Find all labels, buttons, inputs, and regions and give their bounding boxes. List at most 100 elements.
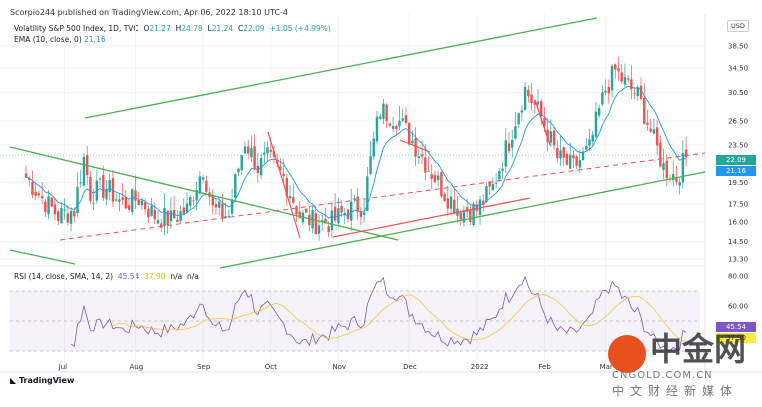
chart-root: Scorpio244 published on TradingView.com,… <box>0 0 762 407</box>
candle-body <box>198 176 202 194</box>
candle-body <box>169 210 173 222</box>
candle-body <box>604 90 607 93</box>
candle-body <box>359 211 363 217</box>
price-tag: 22.09 <box>716 155 756 165</box>
candle-body <box>652 129 656 134</box>
candle-body <box>288 196 292 199</box>
candle-body <box>617 68 620 72</box>
candle-body <box>308 214 311 226</box>
candle-body <box>353 198 356 200</box>
candle-body <box>44 201 47 213</box>
candle-body <box>388 123 392 126</box>
candle-body <box>440 172 443 197</box>
candle-body <box>601 92 604 105</box>
candle-body <box>53 204 57 215</box>
candle-body <box>436 175 440 180</box>
candle-body <box>662 163 665 170</box>
candle-body <box>47 196 50 215</box>
candle-body <box>469 209 472 222</box>
candle-body <box>24 173 28 178</box>
candle-body <box>382 103 385 120</box>
candle-body <box>430 174 433 179</box>
candle-body <box>240 155 243 171</box>
candle-body <box>527 89 530 97</box>
candle-body <box>630 79 633 90</box>
candle-body <box>340 205 343 213</box>
candle-body <box>565 153 569 165</box>
candle-body <box>623 77 627 85</box>
tradingview-logo[interactable]: ◣ TradingView <box>10 376 74 386</box>
candle-body <box>420 154 424 157</box>
candle-body <box>40 195 44 199</box>
candle-body <box>234 174 237 199</box>
candle-body <box>556 148 559 159</box>
candle-body <box>407 122 411 145</box>
candle-body <box>620 72 623 82</box>
candle-body <box>121 197 124 200</box>
candle-body <box>205 180 208 192</box>
candle-body <box>459 212 462 220</box>
time-tick-label: Sep <box>197 363 211 371</box>
trend-line <box>9 146 399 241</box>
candle-body <box>118 199 121 203</box>
candle-body <box>681 152 685 183</box>
watermark-title: 中金网 <box>650 330 747 368</box>
time-tick-label: Jul <box>58 363 68 371</box>
candle-body <box>610 65 614 91</box>
candle-body <box>140 200 144 206</box>
price-tick-label: 19.50 <box>728 179 748 187</box>
price-tick-label: 17.50 <box>728 201 748 209</box>
candle-body <box>655 127 659 146</box>
candle-body <box>327 226 330 233</box>
candle-body <box>76 186 79 214</box>
candle-body <box>143 202 147 210</box>
candle-body <box>211 197 214 206</box>
candle-body <box>127 205 131 210</box>
candle-body <box>79 182 82 184</box>
candle-body <box>131 189 134 212</box>
candle-body <box>263 152 266 155</box>
candle-body <box>427 170 430 172</box>
candle-body <box>243 146 247 154</box>
candle-body <box>102 174 105 198</box>
candle-body <box>82 156 86 186</box>
candle-body <box>449 196 453 209</box>
candle-body <box>176 219 179 223</box>
rsi-tick-label: 80.00 <box>728 273 748 281</box>
candle-body <box>89 176 92 201</box>
candle-body <box>269 149 272 152</box>
price-chart[interactable]: 38.50 34.50 30.50 26.50 23.50 19.50 17.50 16.00… <box>0 0 762 407</box>
candle-body <box>504 140 507 167</box>
candle-body <box>614 64 617 70</box>
candle-body <box>221 203 224 218</box>
logo-text: TradingView <box>18 376 75 385</box>
candle-body <box>253 146 256 170</box>
candle-body <box>156 220 160 224</box>
candle-body <box>559 150 562 159</box>
candle-body <box>369 156 372 175</box>
candle-body <box>607 86 611 94</box>
ema-tag: 21.16 <box>716 166 756 176</box>
candle-body <box>498 170 501 180</box>
rsi-tick-label: 60.00 <box>728 303 748 311</box>
candle-body <box>375 116 379 142</box>
candle-body <box>398 120 401 127</box>
candle-body <box>150 205 153 216</box>
candle-body <box>594 111 598 137</box>
candle-body <box>73 211 76 217</box>
candle-body <box>295 205 298 215</box>
candle-body <box>643 97 646 124</box>
candle-body <box>507 143 511 151</box>
candle-body <box>514 126 517 139</box>
candle-body <box>562 147 565 158</box>
time-tick-label: Feb <box>538 363 551 371</box>
candle-body <box>391 125 395 129</box>
trend-line <box>219 171 706 269</box>
price-tick-label: 23.50 <box>728 141 748 149</box>
candle-body <box>50 197 53 207</box>
candle-body <box>282 173 285 176</box>
candle-body <box>250 147 253 158</box>
candle-body <box>491 184 495 191</box>
candle-body <box>63 209 66 211</box>
candle-body <box>69 211 73 224</box>
